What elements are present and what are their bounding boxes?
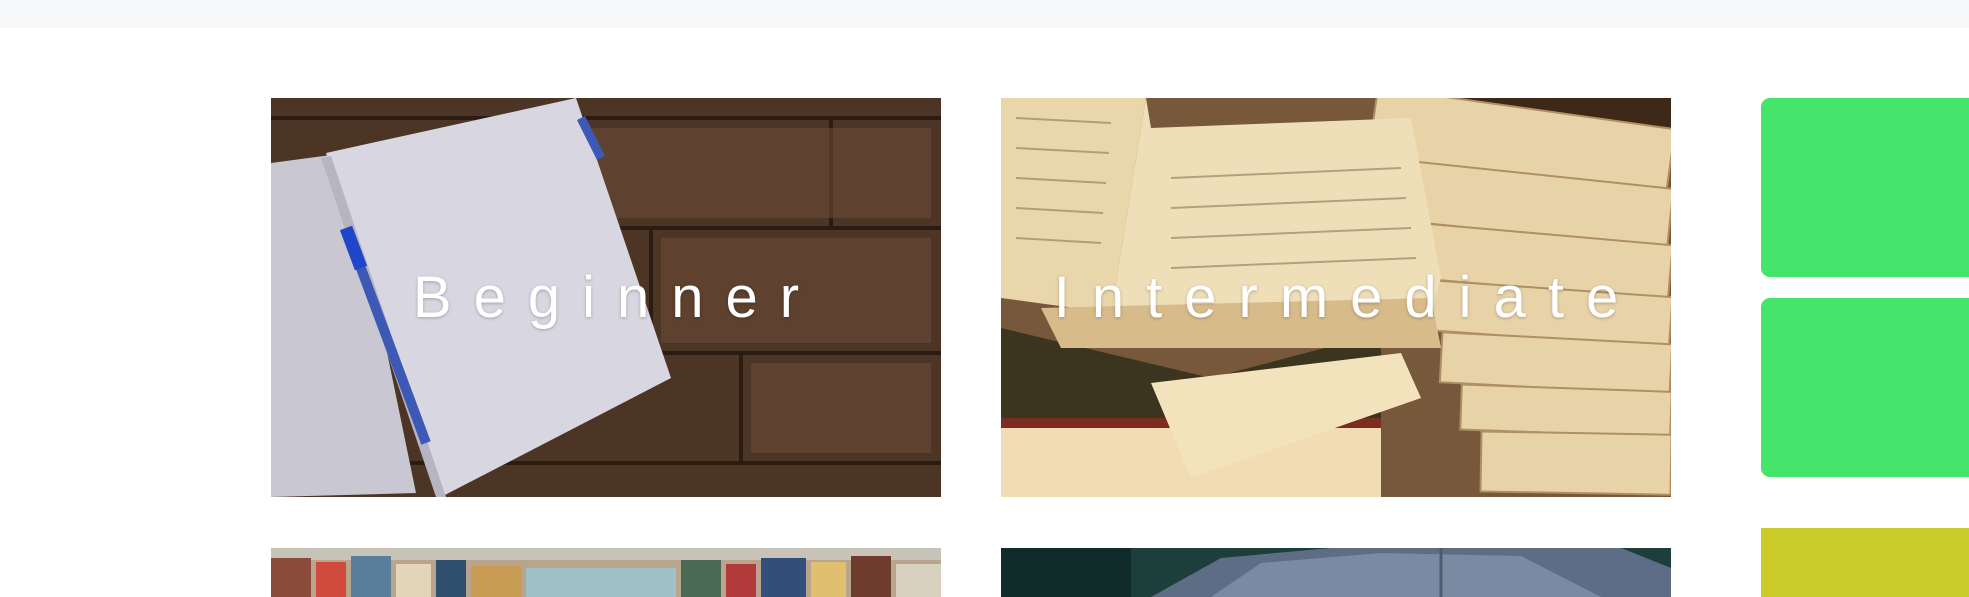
green-side-block[interactable] [1761, 298, 1969, 477]
top-bar [0, 0, 1969, 28]
library-shelves-card[interactable] [271, 548, 941, 597]
intermediate-label: Intermediate [1053, 265, 1641, 330]
library-shelves-image [271, 548, 941, 597]
beginner-label: Beginner [412, 265, 822, 330]
beginner-level-card[interactable]: Beginner [271, 98, 941, 497]
green-side-block[interactable] [1761, 98, 1969, 277]
person-photo-image [1001, 548, 1671, 597]
person-photo-card[interactable] [1001, 548, 1671, 597]
yellow-side-block[interactable] [1761, 528, 1969, 597]
intermediate-level-card[interactable]: Intermediate [1001, 98, 1671, 497]
